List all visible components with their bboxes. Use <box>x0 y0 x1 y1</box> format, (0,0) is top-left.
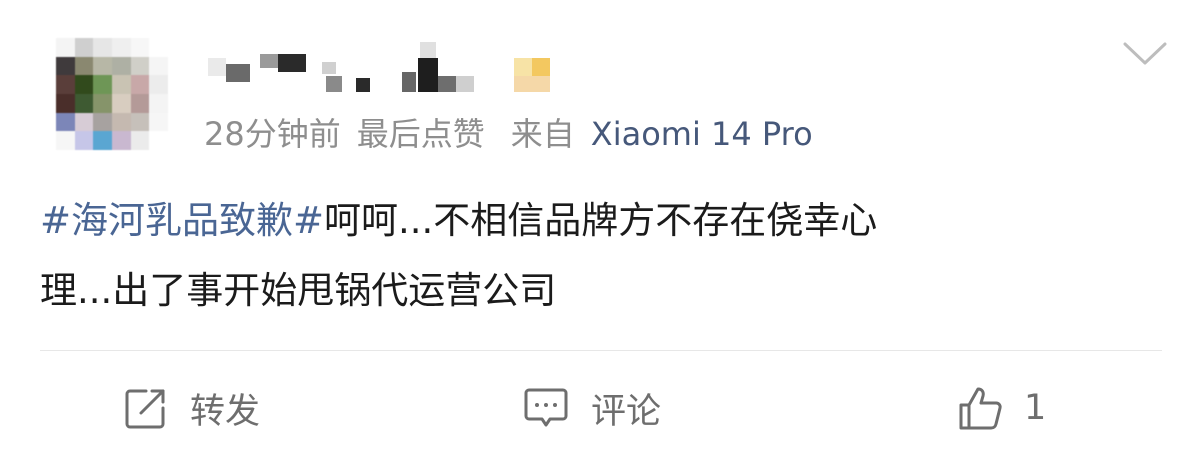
like-count: 1 <box>1024 388 1047 428</box>
like-button[interactable]: 1 <box>956 382 1046 434</box>
thumbs-up-icon <box>956 384 1004 432</box>
weibo-post-card: 28分钟前 最后点赞 来自 Xiaomi 14 Pro #海河乳品致歉#呵呵...不相… <box>0 0 1200 456</box>
username-redacted[interactable] <box>208 40 568 96</box>
post-time: 28分钟前 <box>204 115 341 153</box>
last-like-label: 最后点赞 <box>356 115 485 153</box>
post-text-part-1: 呵呵...不相信品牌方不存在侥幸心 <box>324 199 878 242</box>
comment-label: 评论 <box>591 391 662 432</box>
topic-hashtag-link[interactable]: #海河乳品致歉# <box>40 199 324 242</box>
post-body-line-1: #海河乳品致歉#呵呵...不相信品牌方不存在侥幸心 <box>40 186 1160 256</box>
divider <box>40 350 1162 351</box>
comment-button[interactable]: 评论 <box>523 382 661 434</box>
device-source-link[interactable]: Xiaomi 14 Pro <box>591 115 813 153</box>
share-box-icon <box>124 386 168 430</box>
source-prefix: 来自 <box>510 115 575 153</box>
post-text-part-2: 理...出了事开始甩锅代运营公司 <box>40 269 557 312</box>
post-meta: 28分钟前 最后点赞 来自 Xiaomi 14 Pro <box>204 112 813 156</box>
post-body: #海河乳品致歉#呵呵...不相信品牌方不存在侥幸心 理...出了事开始甩锅代运营… <box>40 186 1160 326</box>
chevron-down-icon[interactable] <box>1122 36 1168 70</box>
repost-label: 转发 <box>190 391 261 432</box>
avatar[interactable] <box>56 38 168 150</box>
comment-bubble-icon <box>523 386 569 430</box>
repost-button[interactable]: 转发 <box>124 382 260 434</box>
